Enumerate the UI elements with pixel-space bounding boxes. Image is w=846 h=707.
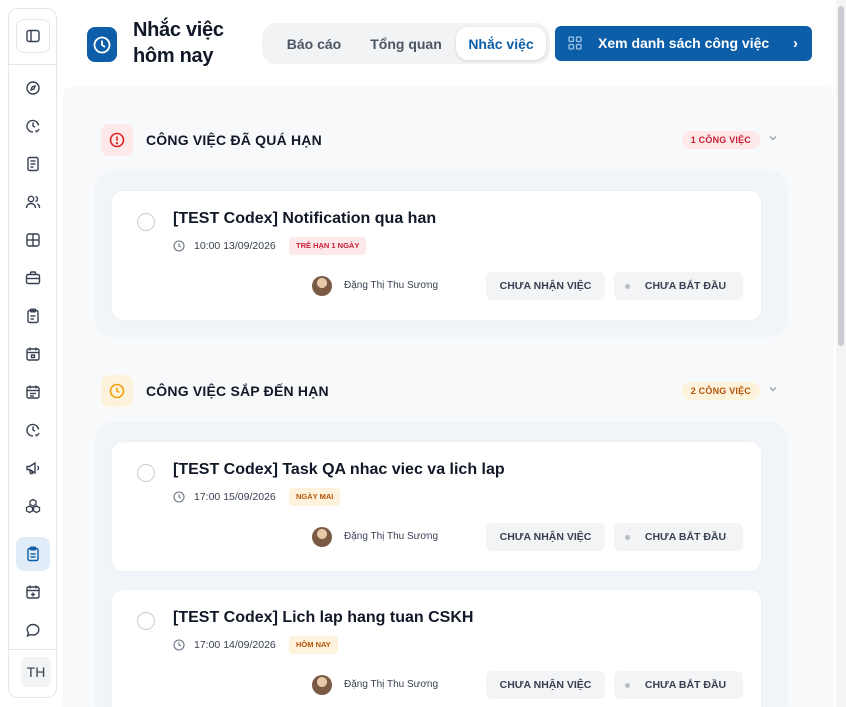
sidebar-item-reminders[interactable] [16,537,50,571]
sidebar-item-attendance[interactable] [16,415,50,445]
status-dot-icon [625,535,630,540]
clock-icon [173,491,185,503]
assignment-status-button[interactable]: CHƯA NHẬN VIỆC [486,523,605,551]
sidebar-item-layout[interactable] [16,225,50,255]
task-card[interactable]: [TEST Codex] Task QA nhac viec va lich l… [111,441,762,572]
clock-icon [173,639,185,651]
sidebar-divider [9,649,56,650]
task-due-time: 17:00 15/09/2026 [194,491,276,503]
sidebar-toggle-button[interactable] [16,19,50,53]
sidebar-item-documents[interactable] [16,149,50,179]
megaphone-icon [26,461,40,475]
cubes-icon [25,498,41,514]
view-tabs: Báo cáo Tổng quan Nhắc việc [262,23,550,64]
task-title[interactable]: [TEST Codex] Lich lap hang tuan CSKH [173,609,473,627]
due-status-tag: HÔM NAY [289,636,338,654]
section-title: CÔNG VIỆC SẮP ĐẾN HẠN [146,383,329,399]
calendar-list-icon [26,385,40,399]
task-complete-checkbox[interactable] [137,612,155,630]
assignee-name: Đặng Thị Thu Sương [344,280,439,291]
task-complete-checkbox[interactable] [137,464,155,482]
section-overdue-header[interactable]: CÔNG VIỆC ĐÃ QUÁ HẠN 1 CÔNG VIỆC [101,124,791,156]
chevron-down-icon[interactable] [767,132,779,144]
sidebar-panel-icon [26,29,40,43]
progress-status-label: CHƯA BẮT ĐẦU [644,280,727,292]
alert-circle-icon [101,124,133,156]
view-task-list-label: Xem danh sách công việc [598,35,770,51]
clipboard-check-icon [27,546,39,562]
clock-icon [101,375,133,407]
tab-nhac-viec[interactable]: Nhắc việc [456,27,546,60]
assignee-avatar [312,276,332,296]
sidebar-item-schedule[interactable] [16,377,50,407]
clock-icon [173,240,185,252]
page-title: Nhắc việc hôm nay [133,19,224,67]
status-dot-icon [625,284,630,289]
section-title: CÔNG VIỆC ĐÃ QUÁ HẠN [146,132,322,148]
sidebar-divider [9,64,56,65]
assignment-status-button[interactable]: CHƯA NHẬN VIỆC [486,671,605,699]
clock-check-icon [26,119,40,133]
user-avatar[interactable]: TH [21,657,51,687]
sidebar-item-announcements[interactable] [16,453,50,483]
section-upcoming-header[interactable]: CÔNG VIỆC SẮP ĐẾN HẠN 2 CÔNG VIỆC [101,375,791,407]
task-due-time: 17:00 14/09/2026 [194,639,276,651]
due-status-tag: TRỄ HẠN 1 NGÀY [289,237,367,255]
sidebar-item-chat[interactable] [16,615,50,645]
sidebar-item-calendar[interactable] [16,339,50,369]
chat-icon [26,623,40,637]
tab-bao-cao[interactable]: Báo cáo [274,27,354,60]
sidebar-item-tasks[interactable] [16,301,50,331]
view-task-list-button[interactable]: Xem danh sách công việc › [555,26,812,61]
clipboard-icon [27,308,39,324]
progress-status-button[interactable]: CHƯA BẮT ĐẦU [614,671,743,699]
sidebar-item-modules[interactable] [16,491,50,521]
calendar-icon [26,347,40,361]
users-icon [25,195,41,209]
briefcase-icon [25,271,41,285]
due-status-tag: NGÀY MAI [289,488,341,506]
sidebar-item-timesheet[interactable] [16,111,50,141]
status-dot-icon [625,683,630,688]
grid-icon [568,36,582,50]
assignee-name: Đặng Thị Thu Sương [344,679,439,690]
clock-check-icon [26,423,40,437]
task-count-badge: 1 CÔNG VIỆC [681,131,760,149]
task-card[interactable]: [TEST Codex] Lich lap hang tuan CSKH 17:… [111,589,762,707]
progress-status-label: CHƯA BẮT ĐẦU [644,679,727,691]
task-title[interactable]: [TEST Codex] Notification qua han [173,210,436,228]
assignee-avatar [312,675,332,695]
progress-status-label: CHƯA BẮT ĐẦU [644,531,727,543]
chevron-down-icon[interactable] [767,383,779,395]
document-icon [27,156,39,172]
sidebar-item-dashboard[interactable] [16,73,50,103]
progress-status-button[interactable]: CHƯA BẮT ĐẦU [614,523,743,551]
task-due-time: 10:00 13/09/2026 [194,240,276,252]
assignee-avatar [312,527,332,547]
assignment-status-button[interactable]: CHƯA NHẬN VIỆC [486,272,605,300]
task-count-badge: 2 CÔNG VIỆC [681,382,760,400]
sidebar: TH [8,8,57,698]
task-title[interactable]: [TEST Codex] Task QA nhac viec va lich l… [173,461,505,479]
reminder-clock-icon [87,27,117,62]
calendar-plus-icon [26,585,40,599]
task-card[interactable]: [TEST Codex] Notification qua han 10:00 … [111,190,762,321]
sidebar-item-projects[interactable] [16,263,50,293]
page-scrollbar[interactable] [836,0,846,707]
sidebar-item-users[interactable] [16,187,50,217]
chevron-right-icon: › [793,35,798,52]
sidebar-item-events[interactable] [16,577,50,607]
assignee-name: Đặng Thị Thu Sương [344,531,439,542]
tab-tong-quan[interactable]: Tổng quan [358,27,454,60]
dashboard-icon [26,81,40,95]
progress-status-button[interactable]: CHƯA BẮT ĐẦU [614,272,743,300]
task-complete-checkbox[interactable] [137,213,155,231]
layout-icon [26,233,40,247]
scrollbar-thumb[interactable] [838,6,844,346]
